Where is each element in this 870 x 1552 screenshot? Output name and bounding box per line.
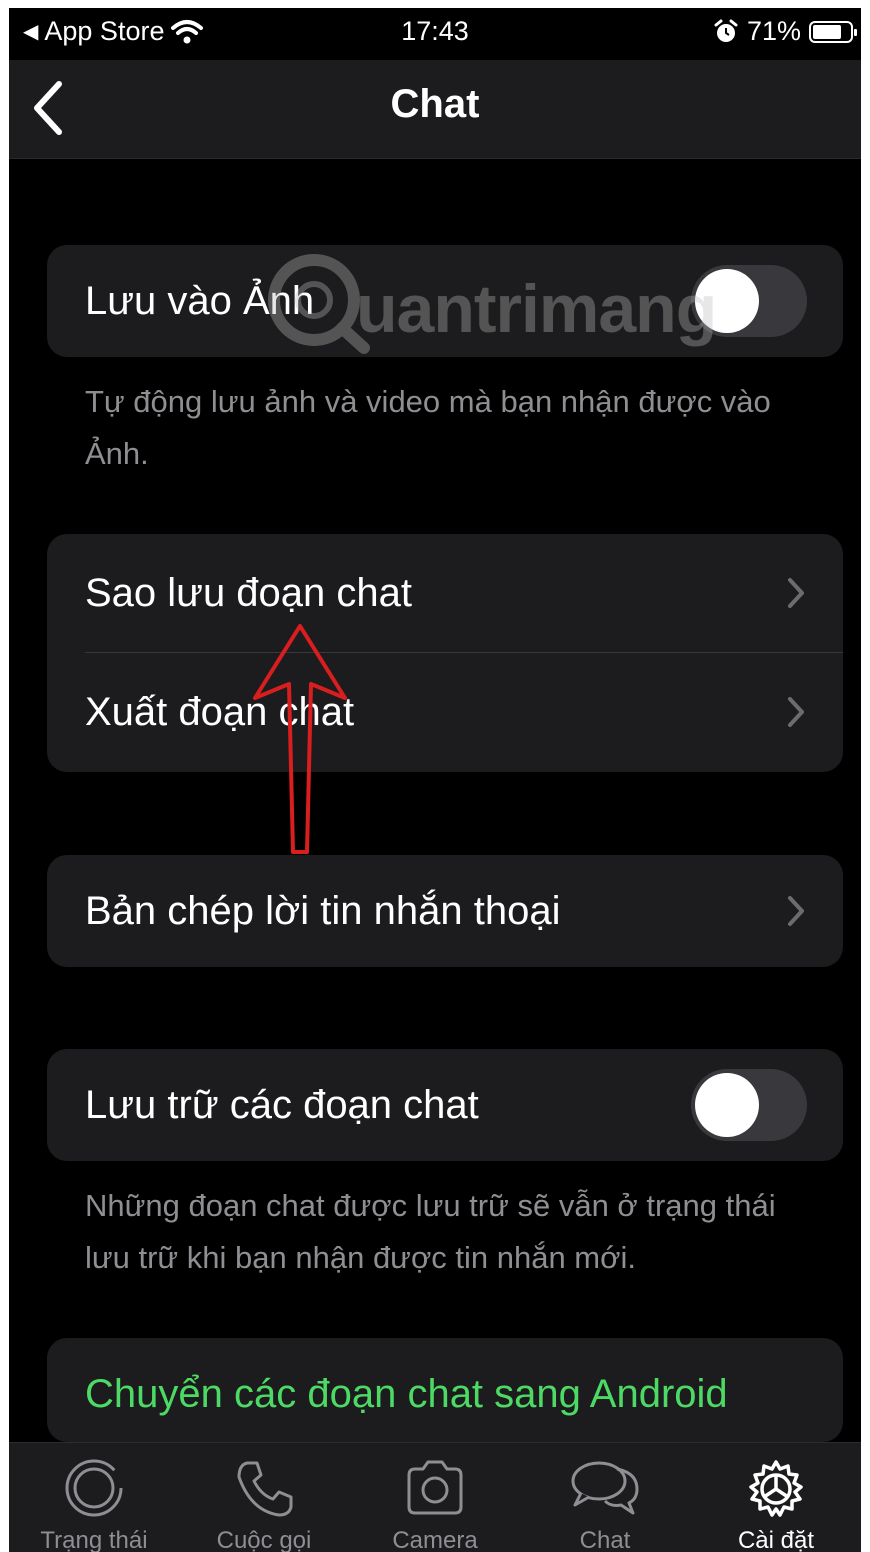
tab-chat-label: Chat [579,1527,631,1552]
voice-transcripts-row[interactable]: Bản chép lời tin nhắn thoại [47,855,843,967]
tab-settings-label: Cài đặt [737,1527,815,1552]
battery-percent: 71% [746,16,801,46]
status-ring-icon [65,1459,123,1517]
tab-camera-label: Camera [392,1527,478,1552]
page-title: Chat [390,82,480,126]
tab-settings[interactable]: Cài đặt [691,1443,861,1552]
chevron-right-icon [788,697,804,727]
chat-bubbles-icon [571,1461,639,1515]
move-to-android-label: Chuyển các đoạn chat sang Android [85,1371,728,1416]
export-chat-label: Xuất đoạn chat [85,689,355,734]
tab-camera[interactable]: Camera [350,1443,520,1552]
export-chat-row[interactable]: Xuất đoạn chat [47,652,843,772]
phone-screen: ◀ App Store 17:43 71% Chat Lưu vào Ảnh T… [9,8,861,1552]
archive-chats-row: Lưu trữ các đoạn chat [47,1049,843,1161]
chat-backup-label: Sao lưu đoạn chat [85,570,413,615]
gear-icon [749,1460,803,1517]
voice-transcripts-label: Bản chép lời tin nhắn thoại [85,888,561,933]
save-to-photos-card: Lưu vào Ảnh [47,245,843,357]
tab-status[interactable]: Trạng thái [9,1443,179,1552]
status-right: 71% [713,16,857,47]
move-to-android-row[interactable]: Chuyển các đoạn chat sang Android [47,1338,843,1442]
chevron-right-icon [788,578,804,608]
battery-icon [809,20,857,43]
tab-calls-label: Cuộc gọi [216,1527,312,1552]
tab-chat[interactable]: Chat [520,1443,690,1552]
navigation-bar: Chat [9,60,861,159]
backup-export-card: Sao lưu đoạn chat Xuất đoạn chat [47,534,843,772]
archive-chats-toggle[interactable] [691,1069,807,1141]
save-to-photos-row: Lưu vào Ảnh [47,245,843,357]
save-to-photos-footnote: Tự động lưu ảnh và video mà bạn nhận đượ… [85,384,771,471]
archive-chats-footnote: Những đoạn chat được lưu trữ sẽ vẫn ở tr… [85,1188,776,1275]
tab-bar: Trạng thái Cuộc gọi Camera Chat Cài đặt [9,1442,861,1552]
save-to-photos-label: Lưu vào Ảnh [85,278,315,323]
alarm-icon [714,19,738,42]
archive-chats-card: Lưu trữ các đoạn chat [47,1049,843,1161]
move-to-android-card: Chuyển các đoạn chat sang Android [47,1338,843,1442]
voice-transcripts-card: Bản chép lời tin nhắn thoại [47,855,843,967]
status-bar: ◀ App Store 17:43 71% [9,8,861,60]
camera-icon [407,1460,463,1515]
tab-status-label: Trạng thái [40,1527,148,1552]
chat-backup-row[interactable]: Sao lưu đoạn chat [47,534,843,652]
archive-chats-label: Lưu trữ các đoạn chat [85,1082,479,1127]
save-to-photos-toggle[interactable] [691,265,807,337]
phone-icon [237,1461,293,1517]
chevron-right-icon [788,896,804,926]
tab-calls[interactable]: Cuộc gọi [179,1443,349,1552]
